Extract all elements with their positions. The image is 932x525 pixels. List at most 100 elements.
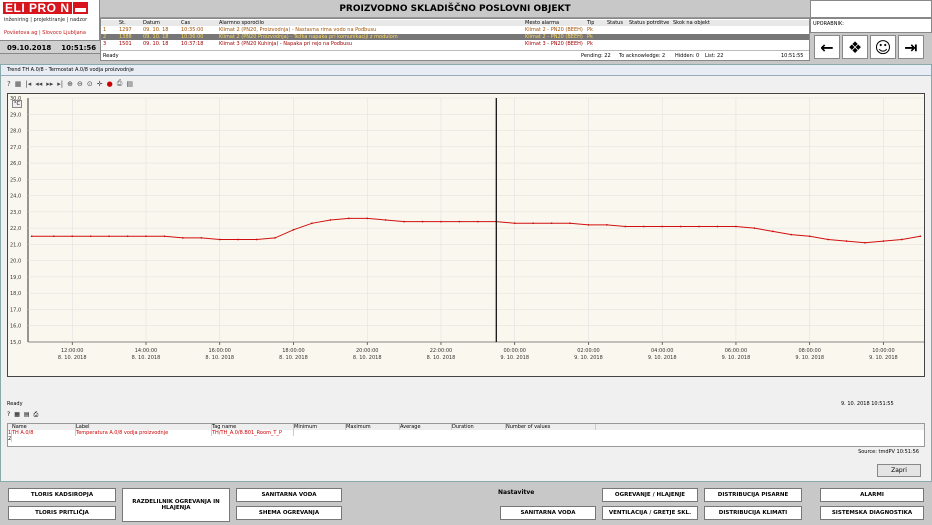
x-tick-label: 06:00:00 bbox=[725, 348, 747, 354]
y-tick-label: 22,0 bbox=[10, 226, 21, 232]
nav-buttons: ← ❖ ☺ ⇥ bbox=[810, 33, 932, 61]
trend-point bbox=[421, 220, 424, 223]
razdelilnik-button[interactable]: RAZDELILNIK OGREVANJA IN HLAJENJA bbox=[122, 488, 230, 522]
y-tick-label: 24,0 bbox=[10, 194, 21, 200]
distribucija-pisarne-button[interactable]: DISTRIBUCIJA PISARNE bbox=[704, 488, 802, 502]
sanitarna-voda-button[interactable]: SANITARNA VODA bbox=[236, 488, 342, 502]
alarm-time-footer: 10:51:55 bbox=[781, 53, 804, 59]
alarmi-button[interactable]: ALARMI bbox=[820, 488, 924, 502]
table-toolbar: ? ▦ ▤ ⎙ bbox=[7, 411, 38, 419]
col-header[interactable]: Skok na objekt bbox=[673, 20, 710, 26]
trend-point bbox=[384, 219, 387, 221]
alarm-location: Klimat 2 - PN20 (BEEH) bbox=[525, 34, 583, 40]
next-icon[interactable]: ▸▸ bbox=[46, 80, 53, 88]
alarm-message: Klimat 3 (PN20 Kuhinja) - Napaka pri rej… bbox=[219, 41, 353, 47]
trend-point bbox=[89, 235, 92, 238]
ready-text: Ready bbox=[7, 401, 23, 407]
zoom-fit-icon[interactable]: ⊙ bbox=[87, 80, 93, 88]
ventilacija-button[interactable]: VENTILACIJA / GRETJE SKL. bbox=[602, 506, 698, 520]
trend-point bbox=[181, 236, 184, 239]
print-icon[interactable]: ⎙ bbox=[34, 411, 39, 419]
x-tick-label: 08:00:00 bbox=[798, 348, 820, 354]
trend-point bbox=[218, 238, 221, 241]
trend-series-line bbox=[31, 217, 921, 244]
y-tick-label: 17,0 bbox=[10, 307, 21, 313]
col-header[interactable]: Št. bbox=[119, 20, 126, 26]
first-icon[interactable]: |◂ bbox=[25, 80, 31, 88]
distribucija-klimati-button[interactable]: DISTRIBUCIJA KLIMATI bbox=[704, 506, 802, 520]
alarm-type: Pk bbox=[587, 41, 593, 47]
alarm-date: 09. 10. 18 bbox=[143, 34, 169, 40]
x-tick-label: 14:00:00 bbox=[135, 348, 157, 354]
trend-plot[interactable]: 15,0 16,0 17,0 18,0 19,0 20,0 21,0 22,0 23,0 24,0… bbox=[7, 93, 925, 377]
trend-point bbox=[735, 225, 737, 228]
sanitarna-voda-settings-button[interactable]: SANITARNA VODA bbox=[500, 506, 596, 520]
trend-point bbox=[605, 223, 608, 226]
prev-icon[interactable]: ◂◂ bbox=[35, 80, 42, 88]
y-tick-label: 28,0 bbox=[10, 129, 21, 135]
alarm-number: 1388 bbox=[119, 34, 132, 40]
x-tick-date: 8. 10. 2018 bbox=[353, 355, 382, 361]
ogrevanje-hlajenje-button[interactable]: OGREVANJE / HLAJENJE bbox=[602, 488, 698, 502]
trend-status: Ready 9. 10. 2018 10:51:55 bbox=[7, 399, 925, 409]
col-header[interactable]: Tip bbox=[587, 20, 594, 26]
x-tick-label: 22:00:00 bbox=[430, 348, 452, 354]
back-arrow-icon[interactable]: ← bbox=[814, 35, 840, 59]
export-icon[interactable]: ▤ bbox=[126, 80, 133, 88]
col-header[interactable]: Čas bbox=[181, 20, 190, 26]
col-header[interactable]: Status potrditve bbox=[629, 20, 669, 26]
company-logo: ELI PRO N bbox=[3, 2, 88, 14]
alarm-message: Klimat 2 (PN20 Proizvodnja) - Težka napa… bbox=[219, 34, 398, 40]
x-tick-date: 9. 10. 2018 bbox=[869, 355, 898, 361]
grid-icon[interactable]: ▦ bbox=[15, 80, 22, 88]
alarm-footer: Ready Pending: 22 To acknowledge: 2 Hidd… bbox=[101, 50, 809, 60]
close-button[interactable]: Zapri bbox=[877, 464, 921, 477]
zoom-out-icon[interactable]: ⊖ bbox=[77, 80, 83, 88]
nastavitve-label: Nastavitve bbox=[498, 489, 535, 496]
alarm-row[interactable]: 2 1388 09. 10. 18 10:36:00 Klimat 2 (PN2… bbox=[101, 34, 809, 40]
trend-window-title: Trend TH A.0/8 - Termostat A.0/8 vodja p… bbox=[1, 65, 931, 76]
alarm-location: Klimat 2 - PN20 (BEEH) bbox=[525, 27, 583, 33]
help-icon[interactable]: ? bbox=[7, 80, 11, 88]
alarm-time: 10:35:00 bbox=[181, 27, 204, 33]
table-row[interactable]: 2 bbox=[8, 436, 924, 442]
stop-icon[interactable]: ● bbox=[107, 80, 113, 88]
trend-window: Trend TH A.0/8 - Termostat A.0/8 vodja p… bbox=[0, 64, 932, 482]
trend-point bbox=[347, 217, 350, 220]
last-icon[interactable]: ▸| bbox=[57, 80, 63, 88]
unit-label: °C bbox=[12, 100, 22, 108]
logout-icon[interactable]: ⇥ bbox=[898, 35, 924, 59]
user-settings-icon[interactable]: ☺ bbox=[870, 35, 896, 59]
trend-point bbox=[753, 227, 756, 230]
x-tick-date: 9. 10. 2018 bbox=[648, 355, 677, 361]
help-icon[interactable]: ? bbox=[7, 411, 10, 419]
y-tick-label: 23,0 bbox=[10, 210, 21, 216]
tloris-kadsiropja-button[interactable]: TLORIS KADSIROPJA bbox=[8, 488, 116, 502]
trend-point bbox=[771, 230, 774, 233]
x-tick-label: 16:00:00 bbox=[209, 348, 231, 354]
shema-ogrevanja-button[interactable]: SHEMA OGREVANJA bbox=[236, 506, 342, 520]
col-header[interactable]: Alarmno sporočilo bbox=[219, 20, 264, 26]
pan-icon[interactable]: ✛ bbox=[97, 80, 103, 88]
tloris-pritlicja-button[interactable]: TLORIS PRITLIČJA bbox=[8, 506, 116, 520]
col-header[interactable]: Datum bbox=[143, 20, 160, 26]
tagline: inženiring | projektiranje | nadzor bbox=[4, 17, 88, 23]
col-header[interactable]: Mesto alarma bbox=[525, 20, 559, 26]
y-tick-label: 16,0 bbox=[10, 324, 21, 330]
alarm-time: 10:37:18 bbox=[181, 41, 204, 47]
logo-panel: ELI PRO N inženiring | projektiranje | n… bbox=[0, 0, 100, 40]
alarm-row[interactable]: 1 1297 09. 10. 18 10:35:00 Klimat 2 (PN2… bbox=[101, 27, 809, 33]
zoom-in-icon[interactable]: ⊕ bbox=[67, 80, 73, 88]
tag-icon[interactable]: ❖ bbox=[842, 35, 868, 59]
sistemska-diagnostika-button[interactable]: SISTEMSKA DIAGNOSTIKA bbox=[820, 506, 924, 520]
y-tick-label: 19,0 bbox=[10, 275, 21, 281]
x-tick-date: 9. 10. 2018 bbox=[722, 355, 751, 361]
table-icon[interactable]: ▦ bbox=[14, 411, 20, 419]
x-tick-label: 04:00:00 bbox=[651, 348, 673, 354]
print-icon[interactable]: ⎙ bbox=[117, 79, 123, 88]
trend-point bbox=[679, 225, 682, 228]
export-icon[interactable]: ▤ bbox=[24, 411, 30, 419]
y-tick-label: 15,0 bbox=[10, 340, 21, 346]
alarm-row[interactable]: 3 1501 09. 10. 18 10:37:18 Klimat 3 (PN2… bbox=[101, 41, 809, 47]
col-header[interactable]: Status bbox=[607, 20, 623, 26]
